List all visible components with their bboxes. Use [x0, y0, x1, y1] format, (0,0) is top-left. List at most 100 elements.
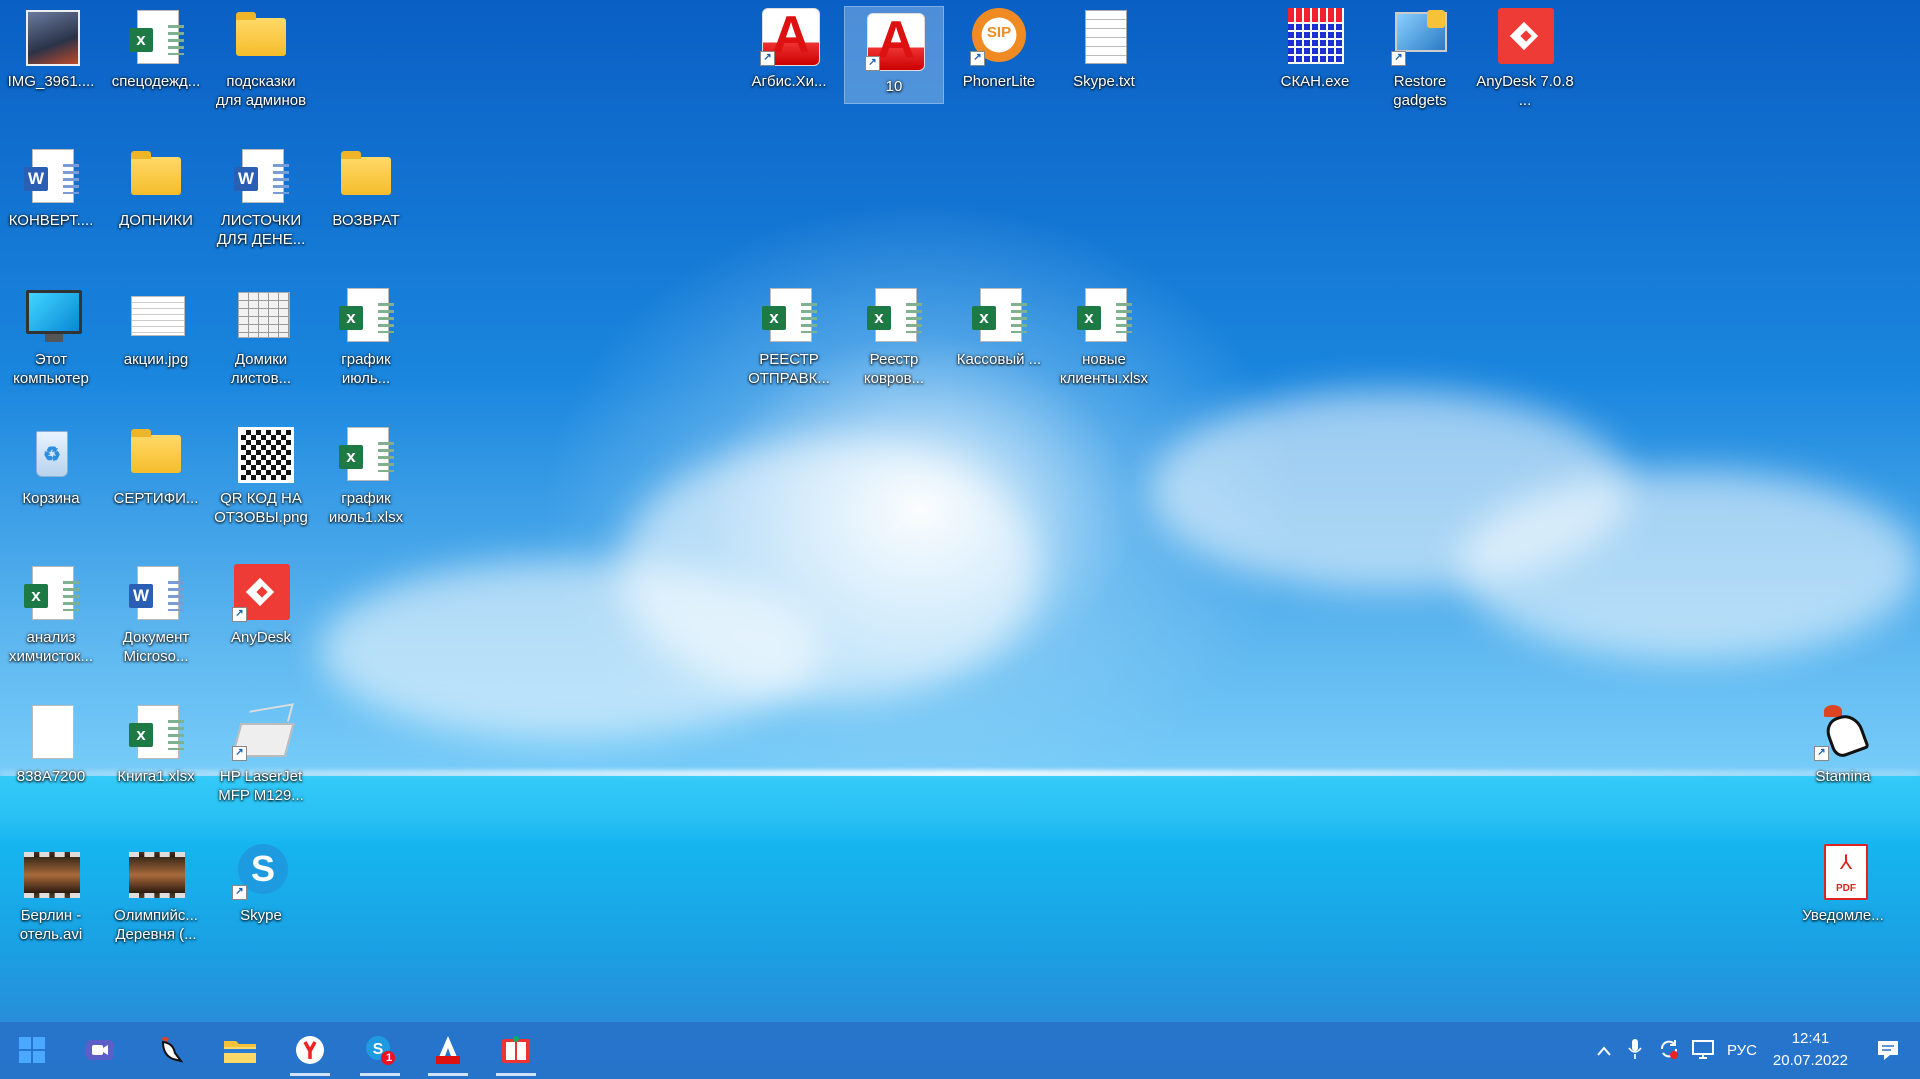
- desktop-icon-sertifi[interactable]: СЕРТИФИ...: [107, 419, 205, 508]
- desktop-icon-novye-klienty[interactable]: x новые клиенты.xlsx: [1055, 280, 1153, 388]
- excel-document-icon: x: [125, 701, 187, 763]
- icon-label: спецодежд...: [111, 73, 201, 90]
- recycle-bin-icon: ♻: [20, 423, 82, 485]
- desktop-icon-838a7200[interactable]: 838A7200: [2, 697, 100, 786]
- desktop-icon-stamina[interactable]: ↗ Stamina: [1794, 697, 1892, 786]
- icon-label: Агбис.Хи...: [751, 73, 827, 90]
- icon-label: ВОЗВРАТ: [332, 212, 400, 229]
- taskbar-stamina-button[interactable]: [146, 1028, 194, 1072]
- show-hidden-icons-button[interactable]: [1590, 1040, 1618, 1061]
- notification-center-button[interactable]: [1864, 1028, 1912, 1072]
- sync-icon: [1661, 1039, 1678, 1059]
- icon-label: QR КОД НА ОТЗОВЫ.png: [214, 490, 308, 526]
- desktop-icon-reestr-otpravk[interactable]: x РЕЕСТР ОТПРАВК...: [740, 280, 838, 388]
- desktop-icon-podskazki[interactable]: подсказки для админов: [212, 2, 310, 110]
- desktop-icon-anydesk-708[interactable]: AnyDesk 7.0.8 ...: [1476, 2, 1574, 110]
- desktop-icon-argus[interactable]: A ↗ Агбис.Хи...: [740, 2, 838, 91]
- desktop-icon-qr-kod[interactable]: QR КОД НА ОТЗОВЫ.png: [212, 419, 310, 527]
- icon-label: HP LaserJet MFP M129...: [218, 768, 304, 804]
- desktop-icon-dokument[interactable]: W Документ Microso...: [107, 558, 205, 666]
- image-file-icon: [125, 284, 187, 346]
- icon-label: Реестр ковров...: [863, 351, 925, 387]
- desktop-icon-phonerlite[interactable]: SIP ↗ PhonerLite: [950, 2, 1048, 91]
- stamina-app-icon: [161, 1037, 184, 1063]
- desktop-icon-ten[interactable]: A ↗ 10: [844, 6, 944, 104]
- icon-label: 10: [885, 78, 903, 95]
- desktop-icon-analiz[interactable]: x анализ химчисток...: [2, 558, 100, 666]
- language-indicator[interactable]: РУС: [1720, 1042, 1764, 1059]
- icon-label: PhonerLite: [962, 73, 1036, 90]
- excel-document-icon: x: [863, 284, 925, 346]
- desktop-icon-skype-txt[interactable]: Skype.txt: [1055, 2, 1153, 91]
- taskbar-meet-button[interactable]: [76, 1028, 124, 1072]
- pdf-file-icon: PDF: [1812, 840, 1874, 902]
- icon-label: Книга1.xlsx: [117, 768, 195, 785]
- icon-label: СЕРТИФИ...: [113, 490, 199, 507]
- taskbar-file-explorer-button[interactable]: [216, 1028, 264, 1072]
- icon-label: график июль1.xlsx: [328, 490, 404, 526]
- stamina-app-icon: ↗: [1812, 701, 1874, 763]
- microphone-tray-button[interactable]: [1618, 1038, 1652, 1064]
- excel-document-icon: x: [20, 562, 82, 624]
- desktop-icon-specodezhda[interactable]: x спецодежд...: [107, 2, 205, 91]
- sync-tray-button[interactable]: [1652, 1038, 1686, 1064]
- excel-document-icon: x: [125, 6, 187, 68]
- excel-document-icon: x: [1073, 284, 1135, 346]
- desktop-icon-kniga1[interactable]: x Книга1.xlsx: [107, 697, 205, 786]
- desktop-icon-domiki[interactable]: Домики листов...: [212, 280, 310, 388]
- clock-date: 20.07.2022: [1772, 1052, 1848, 1069]
- desktop-icon-recycle-bin[interactable]: ♻ Корзина: [2, 419, 100, 508]
- desktop-icon-hp-laserjet[interactable]: ↗ HP LaserJet MFP M129...: [212, 697, 310, 805]
- desktop-icon-kassovy[interactable]: x Кассовый ...: [950, 280, 1048, 369]
- desktop-icon-restore-gadgets[interactable]: ↗ Restore gadgets: [1371, 2, 1469, 110]
- taskbar-yandex-browser-button[interactable]: [286, 1028, 334, 1076]
- desktop-icon-skype[interactable]: S ↗ Skype: [212, 836, 310, 925]
- taskbar-argus-button[interactable]: [424, 1028, 472, 1076]
- icon-label: AnyDesk 7.0.8 ...: [1476, 73, 1574, 109]
- wallpaper-cloud: [1150, 390, 1630, 590]
- icon-label: график июль...: [341, 351, 391, 387]
- start-button[interactable]: [8, 1028, 56, 1072]
- desktop-icon-grafik-iyul1[interactable]: x график июль1.xlsx: [317, 419, 415, 527]
- folder-icon: [335, 145, 397, 207]
- desktop-icon-dopniki[interactable]: ДОПНИКИ: [107, 141, 205, 230]
- desktop-icon-this-pc[interactable]: Этот компьютер: [2, 280, 100, 388]
- monitor-icon: [20, 284, 82, 346]
- taskbar-reader-button[interactable]: [492, 1028, 540, 1076]
- desktop-icon-skan[interactable]: СКАН.exe: [1266, 2, 1364, 91]
- sip-phone-icon: SIP ↗: [968, 6, 1030, 68]
- desktop-icon-img-3961[interactable]: IMG_3961....: [2, 2, 100, 91]
- desktop-icon-konvert[interactable]: W КОНВЕРТ....: [2, 141, 100, 230]
- anydesk-icon: ↗: [230, 562, 292, 624]
- network-tray-button[interactable]: [1686, 1038, 1720, 1064]
- icon-label: Корзина: [22, 490, 80, 507]
- desktop-icon-grafik-iyul[interactable]: x график июль...: [317, 280, 415, 388]
- taskbar-skype-button[interactable]: S 1: [356, 1028, 404, 1076]
- desktop-icon-vozvrat[interactable]: ВОЗВРАТ: [317, 141, 415, 230]
- blank-file-icon: [20, 701, 82, 763]
- desktop-icon-olimpiyskaya[interactable]: Олимпийс... Деревня (...: [107, 836, 205, 944]
- word-document-icon: W: [125, 562, 187, 624]
- desktop-icon-berlin[interactable]: Берлин - отель.avi: [2, 836, 100, 944]
- scan-app-icon: [1284, 6, 1346, 68]
- argus-app-icon: A ↗: [758, 6, 820, 68]
- icon-label: анализ химчисток...: [9, 629, 93, 665]
- wallpaper-cloud: [1460, 470, 1920, 660]
- wallpaper-cloud: [320, 560, 820, 740]
- excel-document-icon: x: [335, 284, 397, 346]
- windows-logo-icon: [19, 1037, 45, 1063]
- icon-label: Олимпийс... Деревня (...: [114, 907, 198, 943]
- clock-time: 12:41: [1791, 1030, 1830, 1047]
- text-file-icon: [1073, 6, 1135, 68]
- icon-label: ДОПНИКИ: [119, 212, 193, 229]
- taskbar: S 1 РУС 12:41 20.07.2022: [0, 1022, 1920, 1079]
- desktop-icon-listochki[interactable]: W ЛИСТОЧКИ ДЛЯ ДЕНЕ...: [212, 141, 310, 249]
- desktop-icon-anydesk[interactable]: ↗ AnyDesk: [212, 558, 310, 647]
- desktop-icon-akcii[interactable]: акции.jpg: [107, 280, 205, 369]
- icon-label: РЕЕСТР ОТПРАВК...: [748, 351, 830, 387]
- argus-app-icon: A ↗: [863, 11, 925, 73]
- icon-label: Кассовый ...: [956, 351, 1042, 368]
- desktop-icon-uvedomle[interactable]: PDF Уведомле...: [1794, 836, 1892, 925]
- clock[interactable]: 12:41 20.07.2022: [1773, 1028, 1848, 1072]
- desktop-icon-reestr-kovrov[interactable]: x Реестр ковров...: [845, 280, 943, 388]
